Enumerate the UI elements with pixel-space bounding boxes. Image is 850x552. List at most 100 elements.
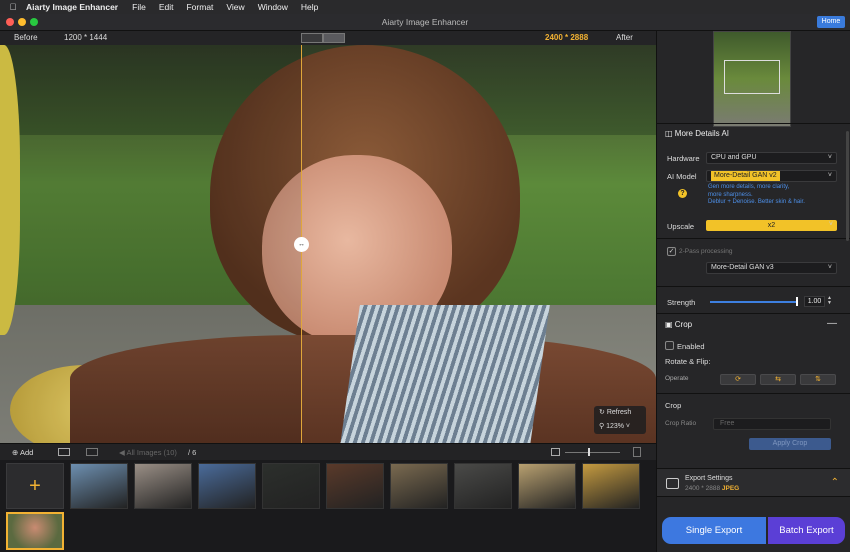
strength-slider-knob[interactable] — [796, 297, 798, 306]
divider — [657, 313, 850, 314]
batch-export-button[interactable]: Batch Export — [768, 517, 845, 544]
menu-bar:  Aiarty Image Enhancer File Edit Format… — [0, 0, 850, 14]
image-thumbnail[interactable] — [134, 463, 192, 509]
preview-controls: ↻ Refresh ⚲ 123% ˅ — [594, 406, 646, 434]
divider — [657, 393, 850, 394]
view-mode-toggle — [301, 33, 345, 43]
settings-panel: ◫ More Details AI Hardware CPU and GPU ˅… — [656, 31, 850, 552]
refresh-icon: ↻ — [599, 409, 607, 416]
menu-format[interactable]: Format — [186, 2, 213, 12]
ai-model-select[interactable]: More-Detail GAN v2 ˅ — [706, 170, 837, 182]
rotate-button[interactable]: ⟳ — [720, 374, 756, 385]
panel-scrollbar[interactable] — [846, 131, 849, 241]
crop-enabled-label: Enabled — [677, 342, 705, 351]
ai-enhance-icon: ◫ — [665, 129, 675, 138]
menu-window[interactable]: Window — [258, 2, 288, 12]
crop-enabled-checkbox[interactable] — [665, 341, 674, 350]
ai-model-description: Gen more details, more clarity, more sha… — [708, 184, 805, 205]
home-button[interactable]: Home — [817, 16, 845, 28]
image-thumbnail[interactable] — [70, 463, 128, 509]
thumbnail-strip: + — [0, 460, 656, 552]
apply-crop-button[interactable]: Apply Crop — [749, 438, 831, 450]
image-thumbnail[interactable] — [454, 463, 512, 509]
after-resolution: 2400 * 2888 — [545, 33, 589, 42]
strength-label: Strength — [667, 298, 696, 307]
split-view-button[interactable] — [301, 33, 323, 43]
thumbnail-size-icon — [551, 448, 560, 456]
ai-model-label: AI Model — [667, 172, 697, 181]
preview-before-side — [0, 45, 301, 443]
add-image-tile[interactable]: + — [6, 463, 64, 509]
split-handle-icon[interactable]: ↔ — [294, 237, 309, 252]
two-pass-model-select[interactable]: More-Detail GAN v3 ˅ — [706, 262, 837, 274]
upscale-chevron[interactable]: ˅ — [821, 220, 837, 232]
single-export-button[interactable]: Single Export — [662, 517, 766, 544]
apple-menu-icon[interactable]:  — [0, 2, 26, 12]
export-settings[interactable]: Export Settings 2400 * 2888 JPEG ⌃ — [657, 468, 850, 497]
crop-ratio-label: Crop Ratio — [665, 420, 697, 427]
menu-file[interactable]: File — [132, 2, 146, 12]
image-thumbnail[interactable] — [518, 463, 576, 509]
upscale-select[interactable]: x2 — [706, 220, 837, 231]
upscale-label: Upscale — [667, 222, 695, 231]
flip-vertical-button[interactable]: ⇅ — [800, 374, 836, 385]
strip-view-icon[interactable] — [86, 448, 98, 456]
export-summary: 2400 * 2888 JPEG — [685, 485, 740, 492]
strength-value-input[interactable]: 1.00 — [804, 296, 825, 307]
grid-view-icon[interactable] — [58, 448, 70, 456]
collapse-crop-icon[interactable]: — — [827, 318, 837, 329]
image-thumbnail[interactable] — [198, 463, 256, 509]
image-thumbnail[interactable] — [582, 463, 640, 509]
chevron-down-icon: ˅ — [827, 264, 832, 271]
export-settings-label: Export Settings — [685, 475, 733, 482]
preview-child-overall — [340, 305, 550, 443]
crop-icon: ▣ — [665, 320, 675, 329]
app-menu[interactable]: Aiarty Image Enhancer — [26, 2, 118, 12]
thumbnail-size-slider-knob[interactable] — [588, 448, 590, 456]
image-thumbnail[interactable] — [326, 463, 384, 509]
zoom-dropdown[interactable]: ⚲ 123% ˅ — [594, 420, 646, 434]
divider — [657, 238, 850, 239]
navigator-view-frame[interactable] — [724, 60, 780, 94]
export-settings-icon — [666, 478, 679, 489]
compare-header: Before 1200 * 1444 2400 * 2888 After — [0, 31, 656, 45]
chevron-down-icon: ˅ — [827, 154, 832, 161]
selected-thumbnail[interactable] — [6, 512, 64, 550]
strength-slider[interactable] — [710, 301, 797, 303]
flip-horizontal-icon: ⇆ — [775, 376, 781, 383]
hardware-label: Hardware — [667, 154, 700, 163]
before-resolution: 1200 * 1444 — [64, 33, 108, 42]
chevron-up-icon[interactable]: ⌃ — [831, 477, 839, 488]
side-by-side-view-button[interactable] — [323, 33, 345, 43]
menu-help[interactable]: Help — [301, 2, 318, 12]
divider — [657, 123, 850, 124]
help-icon[interactable]: ? — [678, 189, 687, 198]
trash-icon[interactable] — [633, 447, 641, 457]
menu-edit[interactable]: Edit — [159, 2, 174, 12]
navigator-thumbnail[interactable] — [713, 31, 791, 127]
menu-view[interactable]: View — [226, 2, 244, 12]
section-more-details-ai: ◫ More Details AI — [665, 129, 730, 138]
image-preview[interactable] — [0, 45, 656, 443]
thumbnail-size-slider[interactable] — [565, 452, 620, 453]
add-images-button[interactable]: ⊕ Add — [12, 448, 33, 457]
window-title-bar: Aiarty Image Enhancer Home — [0, 14, 850, 31]
crop-sub-label: Crop — [665, 401, 682, 410]
image-thumbnail[interactable] — [262, 463, 320, 509]
all-images-selector[interactable]: ◀ All Images (10) — [119, 448, 177, 457]
hardware-select[interactable]: CPU and GPU ˅ — [706, 152, 837, 164]
chevron-down-icon: ˅ — [828, 221, 833, 228]
flip-horizontal-button[interactable]: ⇆ — [760, 374, 796, 385]
image-thumbnail[interactable] — [390, 463, 448, 509]
two-pass-checkbox[interactable]: ✓ — [667, 247, 676, 256]
strength-stepper[interactable]: ▲ ▼ — [827, 296, 833, 307]
filmstrip-toolbar: ⊕ Add ◀ All Images (10) / 6 — [0, 443, 656, 460]
refresh-button[interactable]: ↻ Refresh — [594, 406, 646, 420]
rotate-flip-label: Rotate & Flip: — [665, 357, 711, 366]
crop-ratio-select[interactable]: Free — [713, 418, 831, 430]
two-pass-label: 2-Pass processing — [679, 248, 733, 255]
before-label: Before — [14, 33, 38, 42]
window-title: Aiarty Image Enhancer — [381, 17, 469, 27]
section-crop[interactable]: ▣ Crop — [665, 320, 692, 329]
after-label: After — [616, 33, 633, 42]
